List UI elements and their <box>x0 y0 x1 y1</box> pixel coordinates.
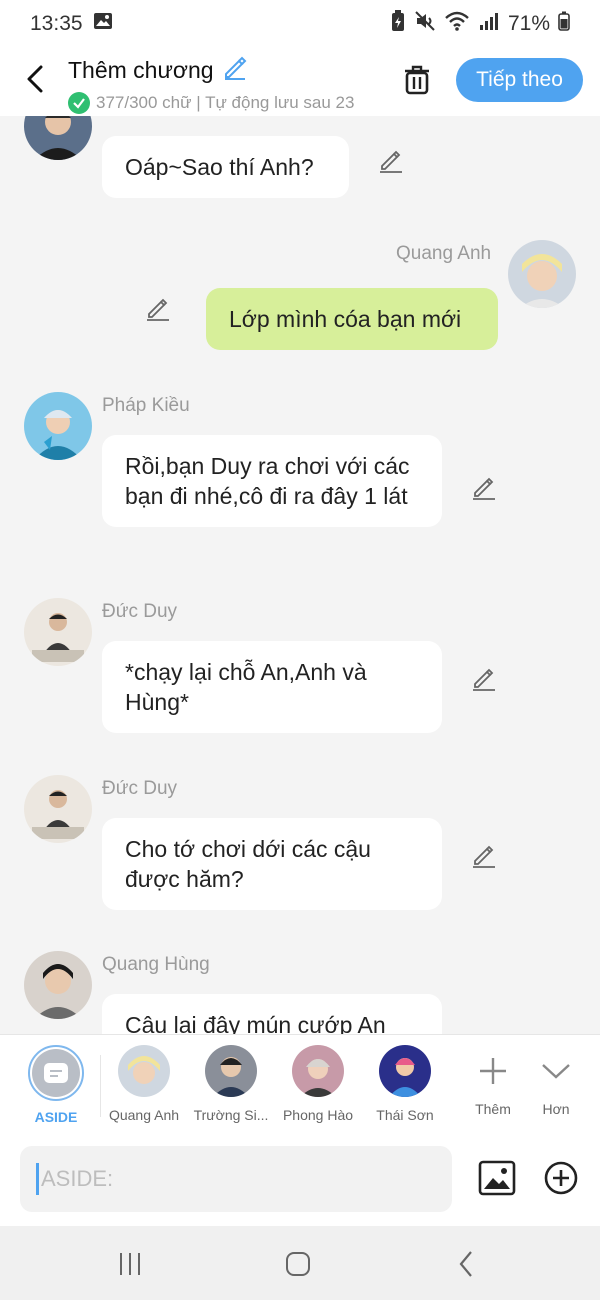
home-button[interactable] <box>278 1244 318 1284</box>
character-item[interactable]: Trường Si... <box>186 1045 276 1123</box>
avatar[interactable] <box>24 392 92 460</box>
system-back-button[interactable] <box>446 1244 486 1284</box>
edit-message-icon[interactable] <box>471 475 497 501</box>
status-bar: 13:35 71% <box>0 0 600 48</box>
message-bubble[interactable]: Oáp~Sao thí Anh? <box>102 136 349 198</box>
sender-name: Đức Duy <box>102 778 178 799</box>
mute-icon <box>414 10 436 38</box>
gallery-icon <box>93 11 113 37</box>
chat-area[interactable]: Oáp~Sao thí Anh? Quang Anh Lớp mình cóa … <box>0 116 600 1034</box>
edit-message-icon[interactable] <box>471 666 497 692</box>
image-icon <box>478 1160 516 1196</box>
message-bubble[interactable]: Cậu lại đây mún cướp An <box>102 994 442 1034</box>
avatar <box>379 1045 431 1097</box>
character-selector: ASIDE Quang Anh Trường Si... Phong Hào T… <box>0 1034 600 1136</box>
input-placeholder: ASIDE: <box>41 1166 114 1191</box>
avatar[interactable] <box>24 951 92 1019</box>
recents-button[interactable] <box>110 1244 150 1284</box>
battery-percent: 71% <box>507 12 550 35</box>
character-item[interactable]: Quang Anh <box>99 1045 189 1123</box>
recents-icon <box>120 1253 140 1275</box>
character-aside[interactable]: ASIDE <box>11 1045 101 1125</box>
sender-name: Quang Hùng <box>102 954 210 975</box>
character-label: Trường Si... <box>193 1107 269 1123</box>
delete-button[interactable] <box>398 60 436 100</box>
system-nav-bar <box>0 1226 600 1300</box>
plus-icon <box>480 1058 506 1084</box>
avatar <box>205 1045 257 1097</box>
character-item[interactable]: Phong Hào <box>273 1045 363 1123</box>
wifi-icon <box>444 10 470 38</box>
message-icon <box>44 1063 68 1083</box>
avatar[interactable] <box>24 598 92 666</box>
plus-circle-icon <box>544 1161 578 1195</box>
page-title: Thêm chương <box>68 56 214 83</box>
edit-title-icon[interactable] <box>222 54 248 86</box>
message-input[interactable]: ASIDE: <box>20 1146 452 1212</box>
edit-message-icon[interactable] <box>378 148 404 174</box>
sender-name: Pháp Kiều <box>102 395 190 416</box>
text-caret <box>36 1163 39 1195</box>
avatar <box>292 1045 344 1097</box>
avatar[interactable] <box>24 116 92 160</box>
message-bubble[interactable]: Lớp mình cóa bạn mới <box>206 288 498 350</box>
clock: 13:35 <box>30 12 83 35</box>
composer: ASIDE: <box>0 1136 600 1226</box>
expand-label: Hơn <box>542 1101 570 1117</box>
editor-header: Thêm chương 377/300 chữ | Tự động lưu sa… <box>0 48 600 116</box>
expand-button[interactable]: Hơn <box>511 1045 600 1117</box>
back-button[interactable] <box>20 62 50 96</box>
avatar[interactable] <box>508 240 576 308</box>
character-label: Quang Anh <box>108 1107 180 1123</box>
word-count-autosave: 377/300 chữ | Tự động lưu sau 23 <box>96 93 355 112</box>
avatar <box>118 1045 170 1097</box>
next-button[interactable]: Tiếp theo <box>456 58 583 102</box>
message-bubble[interactable]: Cho tớ chơi dới các cậu được hăm? <box>102 818 442 910</box>
message-bubble[interactable]: *chạy lại chỗ An,Anh và Hùng* <box>102 641 442 733</box>
signal-icon <box>478 11 500 37</box>
insert-image-button[interactable] <box>478 1160 516 1198</box>
battery-saver-icon <box>390 10 406 38</box>
avatar[interactable] <box>24 775 92 843</box>
add-button[interactable] <box>543 1160 581 1198</box>
home-icon <box>286 1252 310 1276</box>
trash-icon <box>405 65 429 95</box>
character-label: ASIDE <box>34 1109 78 1125</box>
sender-name: Đức Duy <box>102 601 178 622</box>
edit-message-icon[interactable] <box>471 843 497 869</box>
character-label: Thái Sơn <box>376 1107 434 1123</box>
chevron-left-icon <box>27 65 43 93</box>
character-label: Phong Hào <box>282 1107 354 1123</box>
message-bubble[interactable]: Rồi,bạn Duy ra chơi với các bạn đi nhé,c… <box>102 435 442 527</box>
back-icon <box>459 1251 472 1277</box>
title-area: Thêm chương 377/300 chữ | Tự động lưu sa… <box>68 54 378 114</box>
battery-icon <box>558 11 570 37</box>
edit-message-icon[interactable] <box>145 296 171 322</box>
sender-name: Quang Anh <box>396 243 492 264</box>
chevron-down-icon <box>542 1064 570 1079</box>
character-item[interactable]: Thái Sơn <box>360 1045 450 1123</box>
check-icon <box>68 92 90 114</box>
